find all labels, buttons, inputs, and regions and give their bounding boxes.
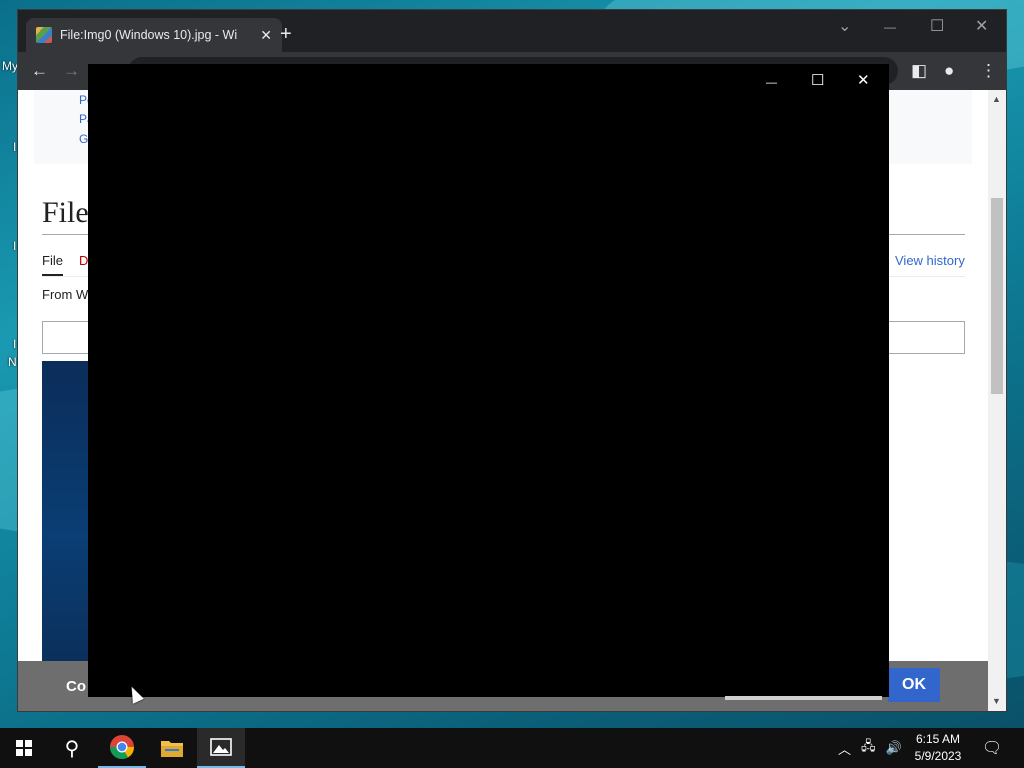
search-button[interactable]: ⚲: [48, 728, 96, 768]
volume-icon[interactable]: 🔊: [886, 740, 902, 756]
tab-strip: File:Img0 (Windows 10).jpg - Wi ✕ + ⌄ — …: [18, 10, 1006, 52]
tab-close-icon[interactable]: ✕: [260, 27, 272, 44]
network-icon[interactable]: 🖧: [861, 737, 876, 759]
desktop-icon-label[interactable]: I: [13, 140, 16, 154]
chrome-icon: [109, 735, 134, 760]
desktop-icon-label[interactable]: My: [2, 59, 18, 73]
clock-time: 6:15 AM: [915, 732, 961, 746]
site-subtitle: From W: [42, 287, 89, 302]
menu-icon[interactable]: ⋮: [980, 61, 997, 81]
minimize-button[interactable]: —: [884, 20, 896, 34]
maximize-icon[interactable]: ☐: [811, 72, 824, 90]
scroll-thumb[interactable]: [991, 198, 1003, 394]
clock-date: 5/9/2023: [914, 749, 962, 763]
side-panel-icon[interactable]: ◧: [911, 61, 927, 81]
chevron-up-icon[interactable]: ︿: [838, 739, 851, 758]
notification-button[interactable]: 🗨: [982, 728, 1002, 768]
desktop-icon-label[interactable]: I: [13, 239, 16, 253]
scroll-up-icon[interactable]: ▲: [992, 94, 1001, 104]
wallpaper-image[interactable]: [42, 361, 92, 711]
taskbar-photos[interactable]: [197, 728, 245, 768]
taskbar-file-explorer[interactable]: [148, 728, 196, 768]
scroll-down-icon[interactable]: ▼: [992, 696, 1001, 706]
desktop-icon-label[interactable]: I: [13, 337, 16, 351]
notification-icon: 🗨: [982, 740, 1003, 757]
photos-window[interactable]: — ☐ ✕: [88, 64, 889, 700]
tab-title: File:Img0 (Windows 10).jpg - Wi: [60, 28, 238, 42]
tab-search-button[interactable]: ⌄: [838, 16, 851, 36]
system-tray: ︿ 🖧 🔊: [838, 728, 902, 768]
ok-button[interactable]: OK: [888, 668, 940, 702]
minimize-icon[interactable]: —: [766, 74, 777, 92]
page-title: File: [42, 196, 89, 229]
scrollbar[interactable]: ▲ ▼: [988, 90, 1006, 711]
tab-discussion[interactable]: D: [79, 253, 88, 268]
windows-logo-icon: [16, 740, 32, 756]
photos-icon: [210, 738, 232, 756]
back-icon[interactable]: ←: [31, 61, 48, 81]
close-button[interactable]: ✕: [975, 16, 988, 36]
browser-tab[interactable]: File:Img0 (Windows 10).jpg - Wi ✕: [26, 18, 282, 52]
start-button[interactable]: [0, 728, 48, 768]
tab-file[interactable]: File: [42, 253, 63, 268]
new-tab-button[interactable]: +: [280, 24, 292, 44]
clock[interactable]: 6:15 AM 5/9/2023: [908, 731, 968, 765]
taskbar: ⚲ ︿ 🖧 🔊 6:15 AM 5/9/2023 🗨: [0, 728, 1024, 768]
desktop-icon-label[interactable]: N: [8, 355, 17, 369]
forward-icon[interactable]: →: [63, 61, 80, 81]
banner-text: Co: [66, 678, 86, 695]
profile-icon[interactable]: ●: [944, 61, 954, 81]
view-history-link[interactable]: View history: [895, 253, 965, 268]
taskbar-chrome[interactable]: [98, 728, 146, 768]
window-edge: [725, 696, 882, 700]
folder-icon: [161, 741, 183, 757]
maximize-button[interactable]: ☐: [930, 16, 944, 36]
close-icon[interactable]: ✕: [857, 72, 870, 90]
search-icon: ⚲: [64, 737, 80, 760]
favicon-icon: [36, 27, 52, 43]
